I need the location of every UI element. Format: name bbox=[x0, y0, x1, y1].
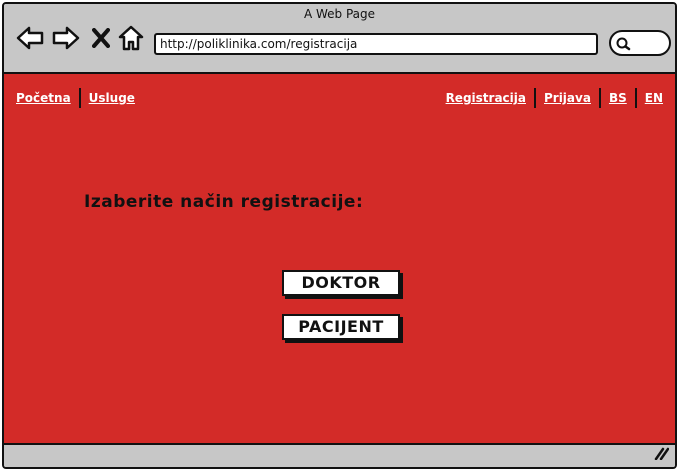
nav-right: Registracija Prijava BS EN bbox=[446, 88, 663, 108]
home-icon[interactable] bbox=[118, 25, 144, 51]
nav-divider bbox=[598, 88, 601, 108]
window-title: A Web Page bbox=[303, 7, 376, 21]
page-heading: Izaberite način registracije: bbox=[84, 192, 364, 212]
nav-link-prijava[interactable]: Prijava bbox=[544, 91, 591, 105]
language-bs-link[interactable]: BS bbox=[609, 91, 627, 105]
nav-divider bbox=[634, 88, 637, 108]
forward-arrow-icon[interactable] bbox=[52, 26, 80, 50]
back-arrow-icon[interactable] bbox=[16, 26, 44, 50]
nav-link-usluge[interactable]: Usluge bbox=[89, 91, 135, 105]
address-bar[interactable]: http://poliklinika.com/registracija bbox=[154, 33, 598, 55]
close-x-icon[interactable] bbox=[92, 28, 110, 48]
nav-link-pocetna[interactable]: Početna bbox=[16, 91, 71, 105]
nav-divider bbox=[78, 88, 81, 108]
browser-toolbar: A Web Page http://poliklinika.com/regist… bbox=[4, 4, 675, 74]
page-content: Početna Usluge Registracija Prijava BS E… bbox=[4, 74, 675, 443]
pacijent-button[interactable]: PACIJENT bbox=[282, 314, 400, 340]
doktor-button[interactable]: DOKTOR bbox=[282, 270, 400, 296]
nav-left: Početna Usluge bbox=[16, 88, 135, 108]
language-en-link[interactable]: EN bbox=[645, 91, 663, 105]
status-bar bbox=[4, 443, 675, 467]
nav-link-registracija[interactable]: Registracija bbox=[446, 91, 526, 105]
browser-window: A Web Page http://poliklinika.com/regist… bbox=[2, 2, 677, 469]
search-field[interactable] bbox=[609, 30, 671, 56]
nav-divider bbox=[533, 88, 536, 108]
search-icon bbox=[616, 37, 631, 51]
resize-grip-icon[interactable] bbox=[653, 445, 670, 464]
